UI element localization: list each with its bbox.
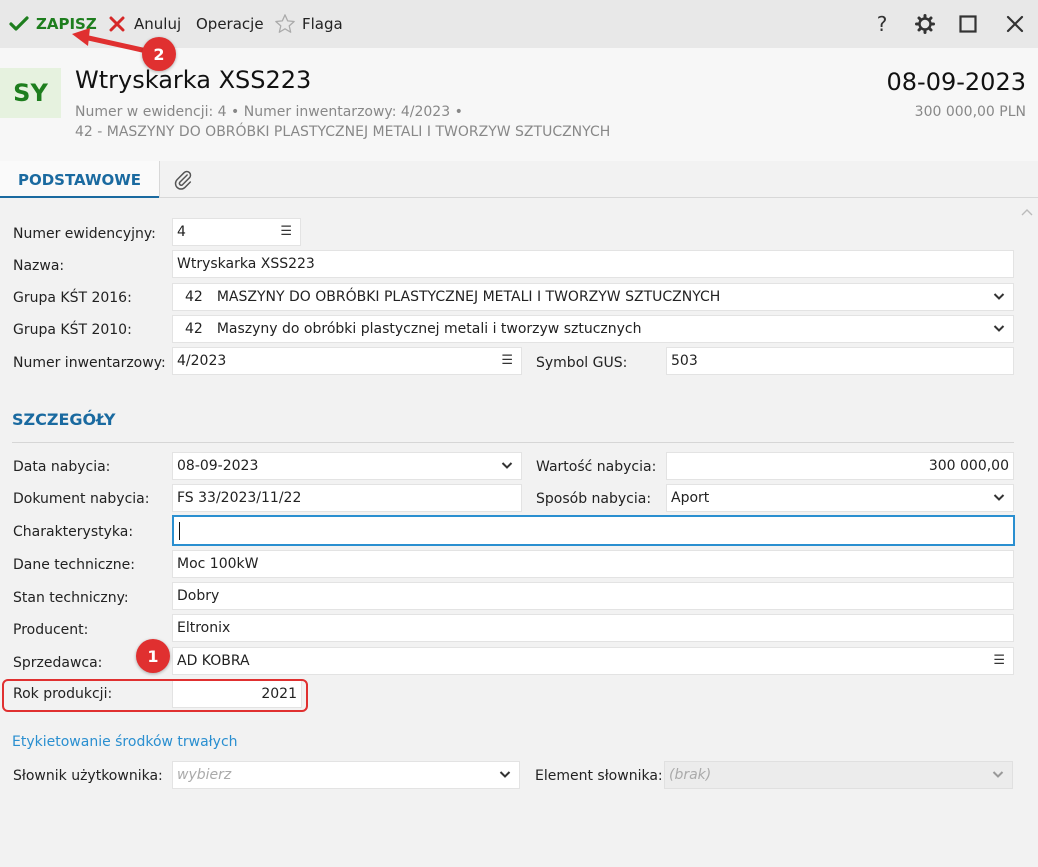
nazwa-field[interactable]: Wtryskarka XSS223	[172, 250, 1014, 278]
gus-value: 503	[671, 353, 698, 369]
section-divider	[12, 442, 1014, 443]
sprzedawca-field[interactable]: AD KOBRA ☰	[172, 647, 1014, 675]
paperclip-icon	[174, 170, 192, 190]
slownik-label: Słownik użytkownika:	[13, 768, 163, 784]
tab-podstawowe[interactable]: PODSTAWOWE	[0, 161, 160, 199]
etykietowanie-link[interactable]: Etykietowanie środków trwałych	[12, 734, 238, 750]
sposob-select[interactable]: Aport	[666, 484, 1014, 512]
text-cursor	[179, 521, 180, 540]
header-subtitle: Numer w ewidencji: 4 • Numer inwentarzow…	[75, 104, 463, 120]
list-icon[interactable]: ☰	[280, 224, 292, 239]
numer-inw-value: 4/2023	[177, 353, 227, 369]
kst2016-select[interactable]: 42 MASZYNY DO OBRÓBKI PLASTYCZNEJ METALI…	[172, 283, 1014, 311]
header-amount: 300 000,00 PLN	[914, 104, 1026, 120]
wartosc-field[interactable]: 300 000,00	[666, 452, 1014, 480]
close-window-icon	[1006, 15, 1024, 33]
header-group: 42 - MASZYNY DO OBRÓBKI PLASTYCZNEJ META…	[75, 124, 611, 140]
chevron-down-icon	[993, 293, 1005, 300]
wartosc-value: 300 000,00	[928, 458, 1009, 474]
maximize-button[interactable]	[954, 10, 982, 38]
kst2016-value: MASZYNY DO OBRÓBKI PLASTYCZNEJ METALI I …	[216, 289, 721, 305]
page-title: Wtryskarka XSS223	[75, 66, 312, 94]
numer-inw-label: Numer inwentarzowy:	[13, 355, 166, 371]
flag-button[interactable]: Flaga	[274, 12, 343, 36]
numer-ewid-field[interactable]: 4 ☰	[172, 218, 301, 246]
section-szczegoly: SZCZEGÓŁY	[12, 410, 116, 429]
chevron-down-icon	[993, 325, 1005, 332]
help-icon: ?	[876, 12, 888, 36]
dane-tech-field[interactable]: Moc 100kW	[172, 550, 1014, 578]
annotation-badge-1: 1	[136, 639, 170, 673]
producent-field[interactable]: Eltronix	[172, 614, 1014, 642]
sprzedawca-label: Sprzedawca:	[13, 655, 103, 671]
maximize-icon	[959, 15, 977, 33]
kst2016-code: 42	[185, 289, 203, 305]
gus-field[interactable]: 503	[666, 347, 1014, 375]
slownik-placeholder: wybierz	[177, 767, 232, 783]
nazwa-label: Nazwa:	[13, 258, 65, 274]
checkmark-icon	[8, 13, 30, 35]
numer-inw-field[interactable]: 4/2023 ☰	[172, 347, 522, 375]
stan-value: Dobry	[177, 588, 220, 604]
chevron-down-icon[interactable]	[501, 457, 513, 473]
sprzedawca-value: AD KOBRA	[177, 653, 250, 669]
scroll-up-icon[interactable]	[1020, 206, 1034, 216]
dane-tech-value: Moc 100kW	[177, 556, 259, 572]
sposob-label: Sposób nabycia:	[536, 491, 652, 507]
producent-label: Producent:	[13, 622, 89, 638]
element-label: Element słownika:	[535, 768, 663, 784]
list-icon[interactable]: ☰	[501, 353, 513, 368]
operations-button[interactable]: Operacje	[196, 12, 264, 36]
flag-label: Flaga	[302, 15, 343, 33]
settings-button[interactable]	[911, 10, 939, 38]
chevron-down-icon	[992, 771, 1004, 778]
kst2010-select[interactable]: 42 Maszyny do obróbki plastycznej metali…	[172, 315, 1014, 343]
wartosc-label: Wartość nabycia:	[536, 459, 657, 475]
chevron-down-icon	[499, 771, 511, 778]
charakterystyka-label: Charakterystyka:	[13, 524, 134, 540]
header-date: 08-09-2023	[886, 68, 1026, 96]
chevron-down-icon	[993, 494, 1005, 501]
numer-ewid-value: 4	[177, 224, 186, 240]
sposob-value: Aport	[671, 490, 710, 506]
nazwa-value: Wtryskarka XSS223	[177, 256, 315, 272]
annotation-badge-2: 2	[142, 37, 176, 71]
data-nabycia-label: Data nabycia:	[13, 459, 111, 475]
dokument-label: Dokument nabycia:	[13, 491, 150, 507]
data-nabycia-field[interactable]: 08-09-2023	[172, 452, 522, 480]
data-nabycia-value: 08-09-2023	[177, 458, 259, 474]
dokument-field[interactable]: FS 33/2023/11/22	[172, 484, 522, 512]
kst2016-label: Grupa KŚT 2016:	[13, 290, 132, 306]
operations-label: Operacje	[196, 15, 264, 33]
dane-tech-label: Dane techniczne:	[13, 557, 135, 573]
close-window-button[interactable]	[1001, 10, 1029, 38]
kst2010-code: 42	[185, 321, 203, 337]
stan-field[interactable]: Dobry	[172, 582, 1014, 610]
kst2010-value: Maszyny do obróbki plastycznej metali i …	[216, 321, 642, 337]
gus-label: Symbol GUS:	[536, 355, 628, 371]
producent-value: Eltronix	[177, 620, 231, 636]
dokument-value: FS 33/2023/11/22	[177, 490, 302, 506]
numer-ewid-label: Numer ewidencyjny:	[13, 226, 156, 242]
slownik-select[interactable]: wybierz	[172, 761, 520, 789]
element-placeholder: (brak)	[669, 767, 712, 783]
avatar: SY	[0, 68, 61, 118]
tab-attachments[interactable]	[170, 167, 196, 193]
charakterystyka-field[interactable]	[172, 515, 1015, 546]
kst2010-label: Grupa KŚT 2010:	[13, 322, 132, 338]
star-icon	[274, 13, 296, 35]
help-button[interactable]: ?	[868, 10, 896, 38]
list-icon[interactable]: ☰	[993, 653, 1005, 668]
tab-bar: PODSTAWOWE	[0, 161, 1038, 199]
element-select[interactable]: (brak)	[664, 761, 1013, 789]
highlight-box	[2, 679, 308, 712]
gear-icon	[915, 14, 935, 34]
stan-label: Stan techniczny:	[13, 590, 129, 606]
